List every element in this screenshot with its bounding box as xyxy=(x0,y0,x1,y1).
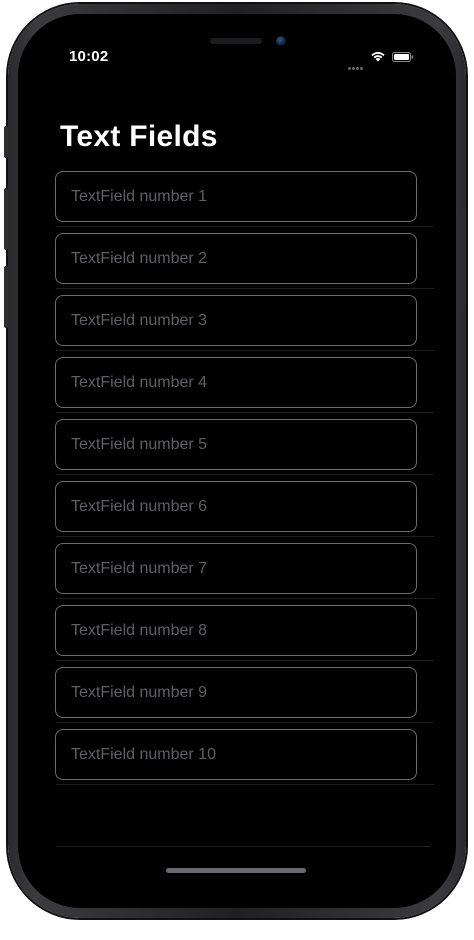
silent-switch xyxy=(4,126,8,158)
list-item xyxy=(40,475,434,537)
wifi-icon xyxy=(371,52,385,62)
text-field-1[interactable] xyxy=(55,171,417,222)
earpiece-speaker xyxy=(210,38,262,44)
battery-icon xyxy=(392,52,414,62)
text-field-8[interactable] xyxy=(55,605,417,656)
home-indicator[interactable] xyxy=(166,868,306,873)
text-field-6[interactable] xyxy=(55,481,417,532)
list-item xyxy=(40,289,434,351)
list-item xyxy=(40,537,434,599)
power-button xyxy=(462,208,466,306)
text-field-9[interactable] xyxy=(55,667,417,718)
text-field-7[interactable] xyxy=(55,543,417,594)
text-field-4[interactable] xyxy=(55,357,417,408)
text-field-5[interactable] xyxy=(55,419,417,470)
list-item xyxy=(40,351,434,413)
volume-up-button xyxy=(4,188,8,250)
list-separator xyxy=(56,846,430,847)
list-item xyxy=(40,723,434,785)
text-field-3[interactable] xyxy=(55,295,417,346)
cellular-signal-icon xyxy=(348,57,368,70)
status-time: 10:02 xyxy=(69,48,109,65)
text-field-list[interactable] xyxy=(40,165,434,785)
page-title: Text Fields xyxy=(60,120,218,153)
front-camera xyxy=(276,36,286,46)
list-item xyxy=(40,165,434,227)
list-item xyxy=(40,599,434,661)
list-item xyxy=(40,227,434,289)
text-field-2[interactable] xyxy=(55,233,417,284)
text-field-10[interactable] xyxy=(55,729,417,780)
list-item xyxy=(40,661,434,723)
list-item xyxy=(40,413,434,475)
volume-down-button xyxy=(4,266,8,328)
